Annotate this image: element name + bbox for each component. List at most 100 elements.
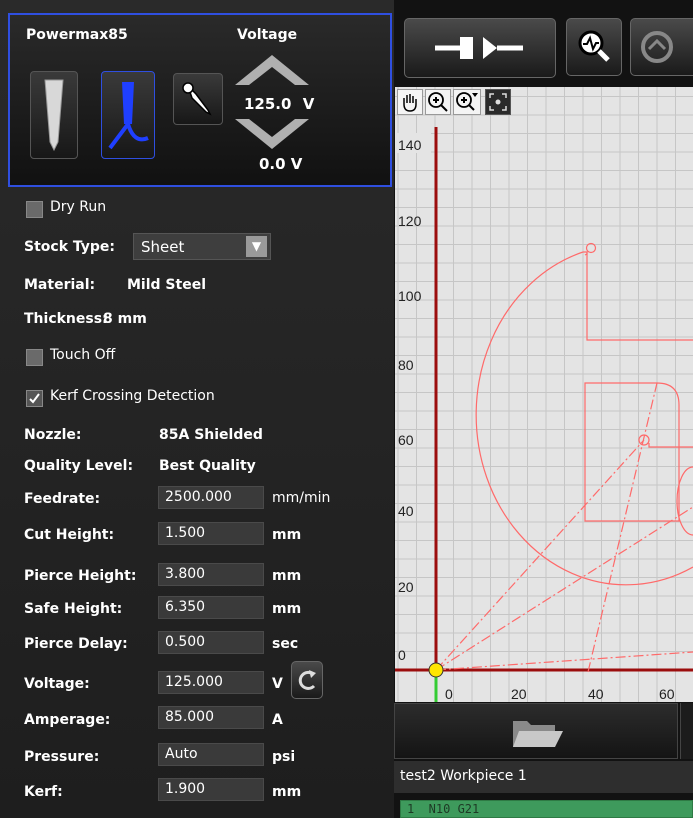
voltage-unit: V bbox=[272, 676, 283, 692]
amperage-label: Amperage: bbox=[24, 712, 111, 728]
voltage-setpoint: 125.0 V bbox=[244, 95, 314, 113]
path-rect-top bbox=[586, 252, 693, 341]
zoom-in-button[interactable] bbox=[425, 89, 451, 115]
touch-off-checkbox[interactable] bbox=[26, 349, 43, 366]
x-tick-60: 60 bbox=[659, 686, 675, 702]
dropper-button[interactable] bbox=[173, 73, 223, 125]
y-tick-0: 0 bbox=[398, 647, 406, 663]
code-line-highlight[interactable]: 1 N10 G21 bbox=[400, 800, 693, 818]
voltage-title: Voltage bbox=[237, 27, 298, 43]
zoom-dropdown-icon bbox=[456, 92, 478, 111]
plot-toolbar bbox=[395, 87, 540, 117]
kerf-input[interactable]: 1.900 bbox=[158, 778, 264, 801]
voltage-down-icon[interactable] bbox=[235, 119, 309, 153]
pierce-height-label: Pierce Height: bbox=[24, 568, 137, 584]
pressure-input[interactable]: Auto bbox=[158, 743, 264, 766]
pierce-height-input[interactable]: 3.800 bbox=[158, 563, 264, 586]
pierce-delay-input[interactable]: 0.500 bbox=[158, 631, 264, 654]
x-tick-20: 20 bbox=[511, 686, 527, 702]
material-label: Material: bbox=[24, 277, 96, 293]
amperage-unit: A bbox=[272, 712, 283, 728]
open-file-button[interactable] bbox=[394, 703, 678, 759]
origin-marker[interactable] bbox=[428, 662, 444, 678]
y-tick-20: 20 bbox=[398, 579, 414, 595]
kerf-unit: mm bbox=[272, 784, 302, 800]
y-tick-140: 140 bbox=[398, 137, 422, 153]
standard-torch-button[interactable] bbox=[30, 71, 78, 159]
safe-height-unit: mm bbox=[272, 601, 302, 617]
kerf-detection-checkbox[interactable] bbox=[26, 390, 43, 407]
code-line: 1 N10 G21 bbox=[407, 802, 480, 816]
toolpath-plot[interactable]: 140 120 100 80 60 40 20 0 0 20 40 60 bbox=[395, 87, 693, 702]
chevron-down-icon[interactable]: ▼ bbox=[246, 236, 267, 257]
nozzle-label: Nozzle: bbox=[24, 427, 82, 443]
zoom-in-icon bbox=[428, 92, 448, 112]
kerf-label: Kerf: bbox=[24, 784, 63, 800]
plug-icon bbox=[435, 37, 523, 59]
search-zoom-button[interactable] bbox=[566, 18, 622, 76]
thickness-value: 8 mm bbox=[103, 311, 147, 327]
touch-off-label: Touch Off bbox=[50, 347, 116, 363]
fit-view-icon bbox=[489, 93, 507, 111]
reload-button[interactable] bbox=[630, 18, 693, 76]
pierce-height-unit: mm bbox=[272, 568, 302, 584]
path-rapid-4 bbox=[587, 382, 658, 673]
thickness-label: Thickness: bbox=[24, 311, 108, 327]
program-panel: test2 Workpiece 1 1 N10 G21 bbox=[394, 703, 693, 818]
dry-run-checkbox[interactable] bbox=[26, 201, 43, 218]
zoom-menu-button[interactable] bbox=[453, 89, 481, 115]
reload-icon bbox=[641, 31, 673, 63]
kerf-detection-label: Kerf Crossing Detection bbox=[50, 388, 215, 404]
path-rect-lower bbox=[584, 382, 680, 522]
toolbar-divider bbox=[680, 703, 693, 759]
standard-torch-icon bbox=[44, 79, 64, 152]
check-icon bbox=[29, 393, 40, 404]
y-tick-60: 60 bbox=[398, 432, 414, 448]
dropper-icon bbox=[182, 82, 212, 116]
refresh-voltage-button[interactable] bbox=[291, 661, 323, 699]
stock-type-label: Stock Type: bbox=[24, 239, 116, 255]
torch-name: Powermax85 bbox=[26, 27, 128, 43]
torch-panel: Powermax85 Voltage 125.0 V 0.0 V bbox=[8, 13, 392, 187]
safe-height-label: Safe Height: bbox=[24, 601, 123, 617]
refresh-icon bbox=[298, 670, 316, 690]
path-lead-2 bbox=[648, 443, 693, 448]
marker-torch-icon bbox=[108, 82, 149, 150]
workpiece-header: test2 Workpiece 1 bbox=[394, 761, 693, 793]
connect-button[interactable] bbox=[404, 18, 556, 78]
pan-button[interactable] bbox=[397, 89, 423, 115]
zoom-search-icon bbox=[578, 30, 610, 62]
material-value: Mild Steel bbox=[127, 277, 206, 293]
plot-svg: 140 120 100 80 60 40 20 0 0 20 40 60 bbox=[395, 87, 693, 702]
y-tick-80: 80 bbox=[398, 357, 414, 373]
cut-height-input[interactable]: 1.500 bbox=[158, 522, 264, 545]
y-tick-100: 100 bbox=[398, 288, 422, 304]
fit-view-button[interactable] bbox=[485, 89, 511, 115]
x-tick-40: 40 bbox=[588, 686, 604, 702]
voltage-setpoint-unit: V bbox=[302, 95, 315, 113]
pressure-unit: psi bbox=[272, 749, 296, 765]
voltage-setpoint-value: 125.0 bbox=[244, 95, 292, 113]
pierce-delay-unit: sec bbox=[272, 636, 299, 652]
dry-run-label: Dry Run bbox=[50, 199, 107, 215]
pierce-delay-label: Pierce Delay: bbox=[24, 636, 128, 652]
stock-type-select[interactable]: Sheet ▼ bbox=[133, 233, 271, 260]
quality-value: Best Quality bbox=[159, 458, 256, 474]
folder-icon bbox=[513, 721, 563, 747]
amperage-input[interactable]: 85.000 bbox=[158, 706, 264, 729]
cut-height-unit: mm bbox=[272, 527, 302, 543]
y-tick-120: 120 bbox=[398, 213, 422, 229]
feedrate-input[interactable]: 2500.000 bbox=[158, 486, 264, 509]
nozzle-value: 85A Shielded bbox=[159, 427, 263, 443]
safe-height-input[interactable]: 6.350 bbox=[158, 596, 264, 619]
voltage-up-icon[interactable] bbox=[235, 51, 309, 85]
settings-panel: Powermax85 Voltage 125.0 V 0.0 V Dry Run… bbox=[0, 0, 394, 818]
y-tick-40: 40 bbox=[398, 503, 414, 519]
pressure-label: Pressure: bbox=[24, 749, 100, 765]
cut-height-label: Cut Height: bbox=[24, 527, 115, 543]
marker-torch-button[interactable] bbox=[101, 71, 155, 159]
workpiece-name: test2 Workpiece 1 bbox=[400, 768, 527, 784]
voltage-input[interactable]: 125.000 bbox=[158, 671, 264, 694]
path-rapid-1 bbox=[435, 439, 645, 671]
hand-icon bbox=[403, 94, 417, 112]
